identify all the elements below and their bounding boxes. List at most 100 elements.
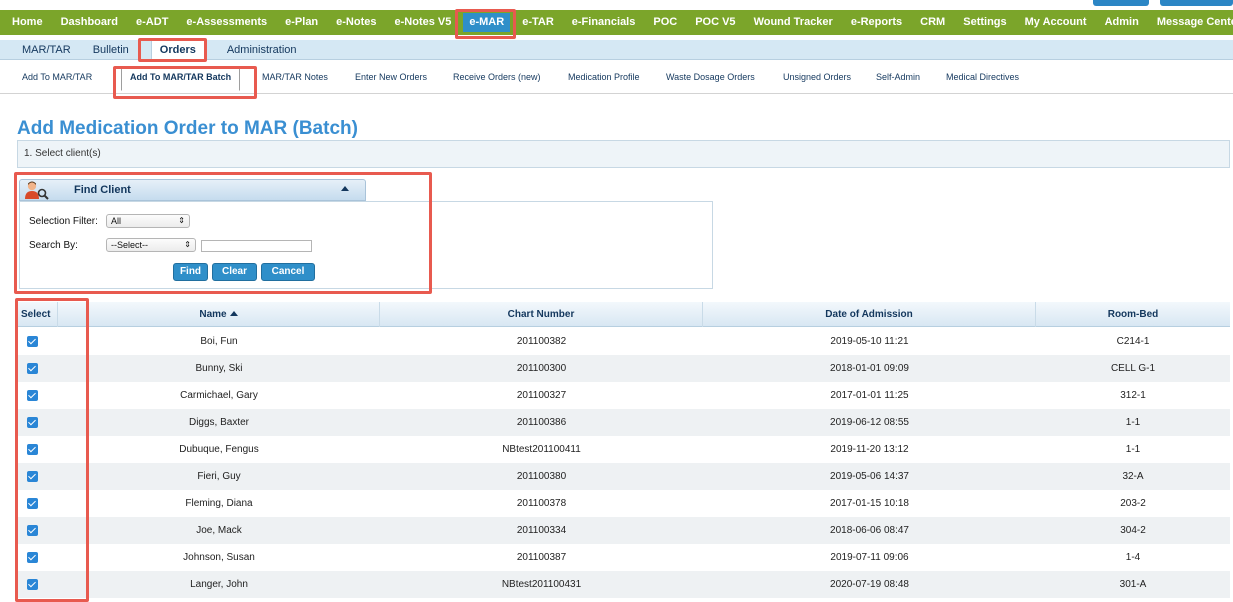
cell-chart: NBtest201100431 [501, 579, 582, 590]
top-nav-e-plan[interactable]: e-Plan [285, 17, 318, 28]
cell-name: Diggs, Baxter [188, 417, 250, 428]
top-strip [0, 0, 1233, 10]
find-client-header[interactable]: Find Client [19, 179, 366, 201]
tab-add-to-mar-tar-batch[interactable]: Add To MAR/TAR Batch [121, 67, 241, 91]
tab-receive-orders-new[interactable]: Receive Orders (new) [453, 72, 541, 82]
top-nav-e-assessments[interactable]: e-Assessments [186, 17, 267, 28]
table-row[interactable]: Fieri, Guy 201100380 2019-05-06 14:37 32-A [17, 463, 1230, 490]
search-by-select[interactable]: --Select-- ⇕ [106, 238, 196, 252]
select-checkbox[interactable] [27, 390, 38, 401]
cell-room: 1-1 [1125, 417, 1141, 428]
tab-enter-new-orders[interactable]: Enter New Orders [355, 72, 427, 82]
top-nav-my-account[interactable]: My Account [1025, 17, 1087, 28]
sub-nav-bulletin[interactable]: Bulletin [93, 44, 129, 56]
column-header-chart-number[interactable]: Chart Number [380, 302, 703, 327]
select-checkbox[interactable] [27, 552, 38, 563]
tab-medical-directives[interactable]: Medical Directives [946, 72, 1019, 82]
select-checkbox[interactable] [27, 336, 38, 347]
top-nav-e-financials[interactable]: e-Financials [572, 17, 636, 28]
orders-tab-bar: Add To MAR/TAR Add To MAR/TAR Batch MAR/… [0, 62, 1233, 94]
table-row[interactable]: Bunny, Ski 201100300 2018-01-01 09:09 CELL … [17, 355, 1230, 382]
table-row[interactable]: Dubuque, Fengus NBtest201100411 2019-11-20… [17, 436, 1230, 463]
cell-chart: 201100387 [516, 552, 567, 563]
top-strip-button-2[interactable] [1160, 0, 1233, 6]
tab-unsigned-orders[interactable]: Unsigned Orders [783, 72, 851, 82]
tab-waste-dosage-orders[interactable]: Waste Dosage Orders [666, 72, 755, 82]
top-nav-e-tar[interactable]: e-TAR [522, 17, 554, 28]
cell-admission: 2017-01-15 10:18 [830, 498, 909, 509]
cell-room: 203-2 [1120, 498, 1146, 509]
select-arrow-icon: ⇕ [184, 240, 191, 249]
cell-room: 304-2 [1120, 525, 1146, 536]
tab-self-admin[interactable]: Self-Admin [876, 72, 920, 82]
column-header-name[interactable]: Name [58, 302, 380, 327]
cell-chart: 201100382 [516, 336, 567, 347]
cell-room: 1-4 [1125, 552, 1141, 563]
step-bar: 1. Select client(s) [17, 140, 1230, 168]
top-nav-poc[interactable]: POC [653, 17, 677, 28]
client-table-header: Select Name Chart Number Date of Admissi… [17, 302, 1230, 327]
top-nav-home[interactable]: Home [12, 17, 43, 28]
cell-room: 312-1 [1120, 390, 1146, 401]
table-row[interactable]: Boi, Fun 201100382 2019-05-10 11:21 C214-1 [17, 328, 1230, 355]
select-arrow-icon: ⇕ [178, 216, 185, 225]
table-row[interactable]: Carmichael, Gary 201100327 2017-01-01 11:2… [17, 382, 1230, 409]
table-row[interactable]: Joe, Mack 201100334 2018-06-06 08:47 304-2 [17, 517, 1230, 544]
tab-add-to-mar-tar[interactable]: Add To MAR/TAR [22, 72, 92, 82]
sub-nav-mar-tar[interactable]: MAR/TAR [22, 44, 71, 56]
top-nav: Home Dashboard e-ADT e-Assessments e-Pla… [0, 10, 1233, 35]
cell-room: C214-1 [1116, 336, 1150, 347]
select-checkbox[interactable] [27, 417, 38, 428]
sub-nav-administration[interactable]: Administration [227, 44, 297, 56]
select-checkbox[interactable] [27, 363, 38, 374]
select-checkbox[interactable] [27, 444, 38, 455]
table-row[interactable]: Diggs, Baxter 201100386 2019-06-12 08:55 1-… [17, 409, 1230, 436]
top-nav-e-adt[interactable]: e-ADT [136, 17, 168, 28]
tab-mar-tar-notes[interactable]: MAR/TAR Notes [262, 72, 328, 82]
cell-name: Dubuque, Fengus [179, 444, 259, 455]
table-row[interactable]: Johnson, Susan 201100387 2019-07-11 09:06 1… [17, 544, 1230, 571]
column-header-select[interactable]: Select [17, 302, 58, 327]
tab-medication-profile[interactable]: Medication Profile [568, 72, 640, 82]
sub-nav: MAR/TAR Bulletin Orders Administration [0, 40, 1233, 60]
cell-admission: 2019-06-12 08:55 [830, 417, 909, 428]
top-nav-e-notes[interactable]: e-Notes [336, 17, 376, 28]
select-checkbox[interactable] [27, 579, 38, 590]
find-client-body: Selection Filter: All ⇕ Search By: --Sel… [19, 201, 713, 289]
select-checkbox[interactable] [27, 525, 38, 536]
cell-room: CELL G-1 [1110, 363, 1156, 374]
select-checkbox[interactable] [27, 498, 38, 509]
top-nav-message-center[interactable]: Message Center [1157, 17, 1233, 28]
sub-nav-orders[interactable]: Orders [150, 40, 205, 59]
top-nav-wound-tracker[interactable]: Wound Tracker [754, 17, 833, 28]
top-nav-e-reports[interactable]: e-Reports [851, 17, 902, 28]
top-nav-e-mar[interactable]: e-MAR [463, 13, 511, 32]
top-nav-poc-v5[interactable]: POC V5 [695, 17, 735, 28]
collapse-caret-icon[interactable] [341, 186, 349, 191]
column-header-room-bed[interactable]: Room-Bed [1036, 302, 1230, 327]
clear-button[interactable]: Clear [212, 263, 257, 281]
find-button[interactable]: Find [173, 263, 208, 281]
search-input[interactable] [201, 240, 312, 252]
cell-name: Bunny, Ski [195, 363, 243, 374]
top-nav-admin[interactable]: Admin [1105, 17, 1139, 28]
cancel-button[interactable]: Cancel [261, 263, 315, 281]
table-row[interactable]: Fleming, Diana 201100378 2017-01-15 10:18 2… [17, 490, 1230, 517]
cell-admission: 2019-05-10 11:21 [830, 336, 909, 347]
cell-room: 301-A [1119, 579, 1147, 590]
top-nav-e-notes-v5[interactable]: e-Notes V5 [395, 17, 452, 28]
cell-admission: 2018-06-06 08:47 [830, 525, 909, 536]
top-nav-dashboard[interactable]: Dashboard [61, 17, 118, 28]
sort-ascending-icon [229, 311, 238, 316]
column-header-name-label: Name [199, 309, 227, 320]
top-strip-button-1[interactable] [1093, 0, 1149, 6]
top-nav-settings[interactable]: Settings [963, 17, 1006, 28]
selection-filter-select[interactable]: All ⇕ [106, 214, 190, 228]
table-row[interactable]: Langer, John NBtest201100431 2020-07-19 08… [17, 571, 1230, 598]
column-header-date-of-admission[interactable]: Date of Admission [703, 302, 1036, 327]
selection-filter-label: Selection Filter: [29, 216, 98, 227]
select-checkbox[interactable] [27, 471, 38, 482]
cell-chart: 201100327 [516, 390, 567, 401]
cell-admission: 2018-01-01 09:09 [830, 363, 909, 374]
top-nav-crm[interactable]: CRM [920, 17, 945, 28]
